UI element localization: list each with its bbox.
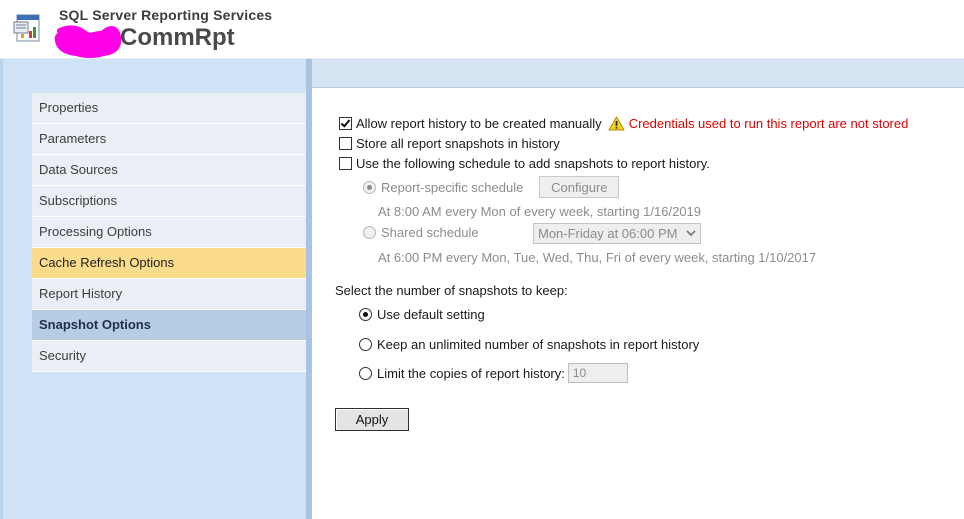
store-all-row: Store all report snapshots in history	[339, 136, 560, 151]
sidebar-item-subscriptions[interactable]: Subscriptions	[32, 186, 306, 217]
report-title: CommRpt	[120, 24, 235, 51]
configure-button[interactable]: Configure	[539, 176, 620, 198]
report-manager-logo-icon	[13, 14, 40, 42]
sidebar-item-label: Processing Options	[39, 224, 152, 239]
store-all-checkbox[interactable]	[339, 137, 352, 150]
report-specific-description: At 8:00 AM every Mon of every week, star…	[378, 204, 702, 219]
shared-schedule-label: Shared schedule	[381, 225, 479, 240]
sidebar-item-data-sources[interactable]: Data Sources	[32, 155, 306, 186]
unlimited-radio[interactable]	[359, 338, 372, 351]
sidebar-item-snapshot-options[interactable]: Snapshot Options	[32, 310, 306, 341]
content-header-band	[312, 59, 964, 88]
sidebar-item-label: Report History	[39, 286, 123, 301]
apply-button[interactable]: Apply	[335, 408, 409, 431]
limit-radio[interactable]	[359, 366, 372, 380]
report-specific-radio[interactable]	[363, 180, 376, 194]
store-all-label: Store all report snapshots in history	[356, 136, 560, 151]
sidebar-nav: Properties Parameters Data Sources Subsc…	[32, 93, 306, 372]
sidebar-item-label: Security	[39, 348, 86, 363]
sidebar-item-properties[interactable]: Properties	[32, 93, 306, 124]
use-default-radio[interactable]	[359, 308, 372, 321]
use-default-label: Use default setting	[377, 307, 485, 322]
sidebar-item-processing-options[interactable]: Processing Options	[32, 217, 306, 248]
shared-schedule-select-value: Mon-Friday at 06:00 PM	[538, 226, 678, 241]
report-specific-label: Report-specific schedule	[381, 179, 524, 195]
sidebar-item-label: Properties	[39, 100, 99, 115]
shared-schedule-row: Shared schedule	[363, 225, 479, 240]
sidebar-item-parameters[interactable]: Parameters	[32, 124, 306, 155]
sidebar-item-cache-refresh-options[interactable]: Cache Refresh Options	[32, 248, 306, 279]
sidebar-item-label: Snapshot Options	[39, 317, 151, 332]
limit-row: Limit the copies of report history: 10	[359, 363, 628, 383]
sidebar-item-label: Subscriptions	[39, 193, 118, 208]
limit-label: Limit the copies of report history:	[377, 365, 565, 381]
use-default-row: Use default setting	[359, 307, 485, 322]
allow-manual-label: Allow report history to be created manua…	[356, 116, 602, 131]
allow-manual-row: Allow report history to be created manua…	[339, 116, 908, 131]
shared-schedule-description: At 6:00 PM every Mon, Tue, Wed, Thu, Fri…	[378, 250, 817, 265]
unlimited-row: Keep an unlimited number of snapshots in…	[359, 337, 699, 352]
sidebar-item-label: Parameters	[39, 131, 107, 146]
limit-copies-input[interactable]: 10	[567, 363, 628, 383]
chevron-down-icon	[686, 230, 696, 237]
snapshot-options-panel: Allow report history to be created manua…	[312, 88, 964, 519]
unlimited-label: Keep an unlimited number of snapshots in…	[377, 337, 700, 352]
snapshots-heading: Select the number of snapshots to keep:	[335, 283, 568, 298]
shared-schedule-select-wrap: Mon-Friday at 06:00 PM	[533, 223, 701, 244]
sidebar-item-label: Cache Refresh Options	[39, 255, 175, 270]
warning-icon	[608, 116, 625, 131]
report-specific-row: Report-specific schedule Configure	[363, 176, 620, 198]
allow-manual-checkbox[interactable]	[339, 117, 352, 130]
use-schedule-label: Use the following schedule to add snapsh…	[356, 156, 710, 171]
sidebar-item-security[interactable]: Security	[32, 341, 306, 372]
credentials-warning-text: Credentials used to run this report are …	[628, 116, 909, 131]
shared-schedule-select[interactable]: Mon-Friday at 06:00 PM	[533, 223, 701, 244]
sidebar-item-report-history[interactable]: Report History	[32, 279, 306, 310]
suite-title: SQL Server Reporting Services	[59, 7, 273, 23]
redaction-scribble	[54, 25, 122, 58]
use-schedule-checkbox[interactable]	[339, 157, 352, 170]
page-header: SQL Server Reporting Services CommRpt	[0, 0, 964, 59]
sidebar-item-label: Data Sources	[39, 162, 118, 177]
use-schedule-row: Use the following schedule to add snapsh…	[339, 156, 710, 171]
shared-schedule-radio[interactable]	[363, 226, 376, 239]
